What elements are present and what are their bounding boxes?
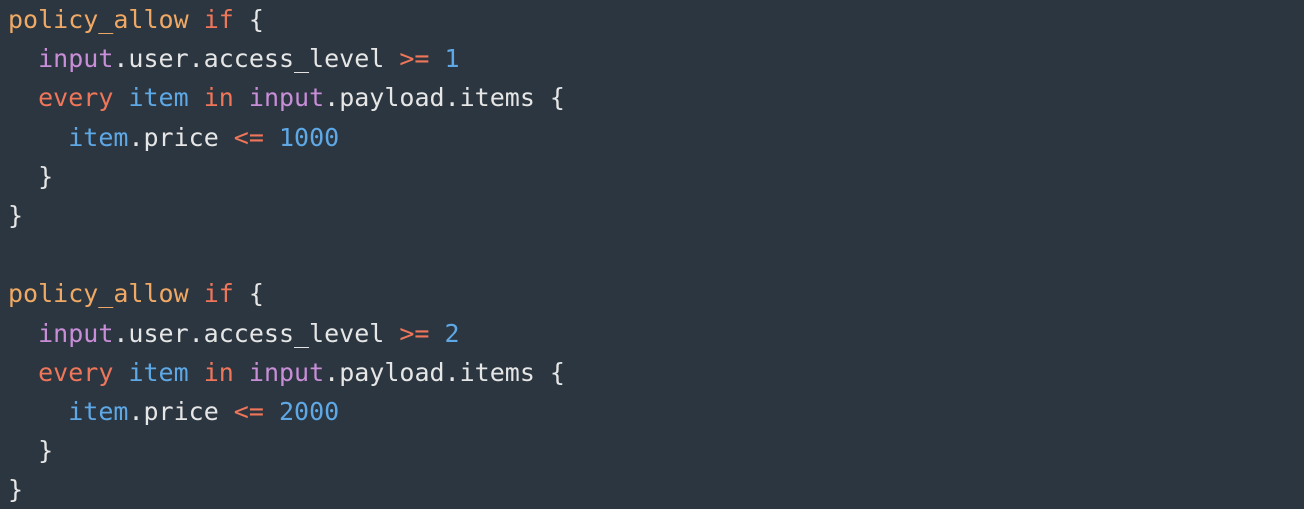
- code-line: every item in input.payload.items {: [8, 353, 1304, 392]
- operator-token: >=: [399, 318, 430, 348]
- number-literal-token: 2000: [278, 396, 340, 426]
- code-text-token: .payload.items {: [324, 357, 565, 387]
- code-text-token: .payload.items {: [324, 83, 565, 113]
- code-text-token: .price: [128, 396, 234, 426]
- code-text-token: .price: [128, 122, 234, 152]
- operator-token: <=: [233, 122, 264, 152]
- code-text-token: .user.access_level: [113, 318, 400, 348]
- code-text-token: {: [233, 279, 264, 309]
- code-text-token: }: [8, 200, 24, 230]
- input-reference-token: input: [38, 318, 114, 348]
- code-text-token: }: [8, 161, 54, 191]
- number-literal-token: 2: [444, 318, 460, 348]
- code-line: }: [8, 431, 1304, 470]
- code-line: input.user.access_level >= 2: [8, 314, 1304, 353]
- code-text-token: .user.access_level: [113, 44, 400, 74]
- code-text-token: {: [233, 5, 264, 34]
- code-line: policy_allow if {: [8, 0, 1304, 39]
- number-literal-token: 1000: [278, 122, 340, 152]
- code-line: }: [8, 470, 1304, 509]
- code-line: every item in input.payload.items {: [8, 78, 1304, 117]
- keyword-token: in: [203, 357, 234, 387]
- operator-token: <=: [233, 396, 264, 426]
- variable-token: item: [128, 357, 189, 387]
- function-name-token: policy_allow: [8, 5, 189, 34]
- code-line: }: [8, 157, 1304, 196]
- code-line: }: [8, 196, 1304, 235]
- code-block: policy_allow if { input.user.access_leve…: [8, 0, 1304, 509]
- code-line: item.price <= 1000: [8, 118, 1304, 157]
- keyword-token: every: [38, 83, 114, 113]
- keyword-token: if: [203, 5, 234, 34]
- code-line: input.user.access_level >= 1: [8, 39, 1304, 78]
- code-line: policy_allow if {: [8, 274, 1304, 313]
- code-text-token: }: [8, 436, 54, 466]
- code-line: item.price <= 2000: [8, 392, 1304, 431]
- variable-token: item: [68, 396, 129, 426]
- variable-token: item: [68, 122, 129, 152]
- input-reference-token: input: [248, 83, 325, 113]
- keyword-token: every: [38, 357, 114, 387]
- input-reference-token: input: [38, 44, 114, 74]
- code-editor: policy_allow if { input.user.access_leve…: [0, 0, 1304, 508]
- keyword-token: in: [203, 83, 234, 113]
- function-name-token: policy_allow: [8, 279, 189, 309]
- keyword-token: if: [203, 279, 234, 309]
- code-text-token: }: [8, 475, 24, 505]
- number-literal-token: 1: [444, 44, 460, 74]
- operator-token: >=: [399, 44, 430, 74]
- input-reference-token: input: [248, 357, 325, 387]
- variable-token: item: [128, 83, 189, 113]
